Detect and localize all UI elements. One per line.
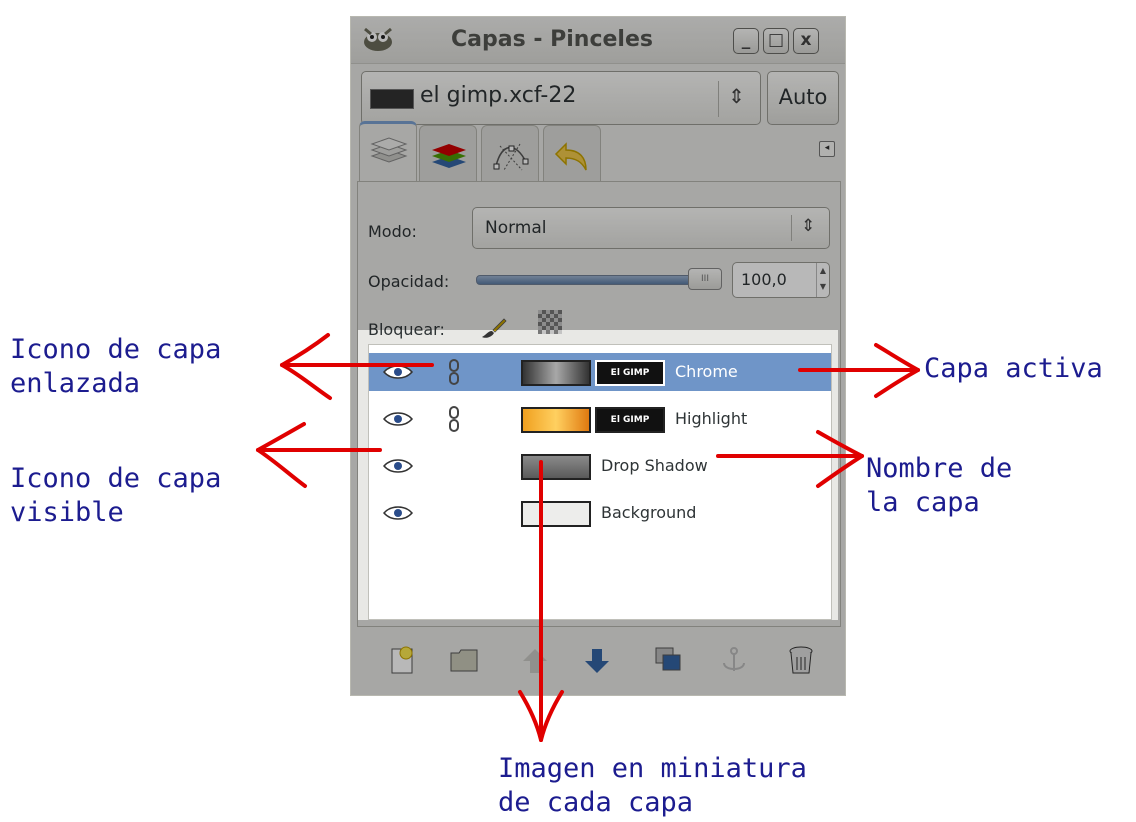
layer-thumbnail[interactable] <box>521 407 591 433</box>
tab-menu-button[interactable]: ◂ <box>819 141 835 157</box>
combo-separator <box>718 81 719 117</box>
duplicate-layer-icon[interactable] <box>653 645 683 675</box>
chain-linked-icon[interactable] <box>447 359 461 385</box>
opacity-label: Opacidad: <box>368 272 450 291</box>
undo-icon <box>554 142 587 171</box>
layer-actions-toolbar <box>351 627 845 695</box>
tab-layers[interactable] <box>359 121 417 183</box>
spin-arrows-icon[interactable]: ▲ ▼ <box>816 263 829 297</box>
auto-button[interactable]: Auto <box>767 71 839 125</box>
image-selector-value: el gimp.xcf-22 <box>420 83 577 108</box>
layers-panel: Modo: Normal ⇕ Opacidad: III 100,0 ▲ ▼ Bl… <box>357 181 841 627</box>
minimize-button[interactable]: _ <box>733 28 759 54</box>
new-layer-icon[interactable] <box>389 645 415 675</box>
annotation-active-layer: Capa activa <box>924 353 1103 384</box>
channels-icon <box>432 144 466 168</box>
layer-name[interactable]: Background <box>601 503 696 522</box>
paths-icon <box>493 143 529 171</box>
layer-row-highlight[interactable]: El GIMP Highlight <box>369 400 831 438</box>
mode-value: Normal <box>485 218 547 238</box>
chain-linked-icon[interactable] <box>447 406 461 432</box>
layers-dialog-window: Capas - Pinceles _ □ x el gimp.xcf-22 ⇕ … <box>350 16 846 696</box>
layers-icon <box>370 137 408 163</box>
opacity-spinbutton[interactable]: 100,0 ▲ ▼ <box>732 262 830 298</box>
layer-thumbnail[interactable] <box>521 454 591 480</box>
tab-channels[interactable] <box>419 125 477 181</box>
layer-row-background[interactable]: Background <box>369 494 831 532</box>
dock-tabs <box>359 121 839 183</box>
tab-paths[interactable] <box>481 125 539 181</box>
anchor-layer-icon[interactable] <box>719 645 749 675</box>
annotation-thumbnail: Imagen en miniatura de cada capa <box>498 753 807 818</box>
lock-pixels-brush-icon[interactable] <box>480 317 508 339</box>
layer-mask-thumbnail[interactable]: El GIMP <box>595 407 665 433</box>
combo-arrows-icon: ⇕ <box>801 216 816 236</box>
annotation-layer-name: Nombre de la capa <box>866 453 1013 518</box>
raise-layer-icon[interactable] <box>521 645 549 675</box>
opacity-slider-handle[interactable]: III <box>688 268 722 290</box>
layer-thumbnail[interactable] <box>521 501 591 527</box>
annotation-linked-icon: Icono de capa enlazada <box>10 334 222 399</box>
annotation-visible-icon: Icono de capa visible <box>10 463 222 528</box>
opacity-value: 100,0 <box>741 270 787 289</box>
mode-select[interactable]: Normal ⇕ <box>472 207 830 249</box>
maximize-button[interactable]: □ <box>763 28 789 54</box>
window-title: Capas - Pinceles <box>451 27 653 52</box>
eye-visible-icon[interactable] <box>383 412 413 426</box>
image-selector-combo[interactable]: el gimp.xcf-22 ⇕ <box>361 71 761 125</box>
layer-list: El GIMP Chrome El GIMP Highlight Drop Sh… <box>368 344 832 620</box>
new-layer-group-icon[interactable] <box>449 645 479 675</box>
close-button[interactable]: x <box>793 28 819 54</box>
lock-label: Bloquear: <box>368 320 445 339</box>
title-bar[interactable]: Capas - Pinceles _ □ x <box>351 17 845 64</box>
eye-visible-icon[interactable] <box>383 365 413 379</box>
combo-arrows-icon: ⇕ <box>728 84 745 108</box>
layer-thumbnail[interactable] <box>521 360 591 386</box>
image-thumbnail <box>370 89 414 109</box>
lock-alpha-icon[interactable] <box>538 310 562 334</box>
tab-undo[interactable] <box>543 125 601 181</box>
combo-separator <box>791 215 792 241</box>
eye-visible-icon[interactable] <box>383 459 413 473</box>
eye-visible-icon[interactable] <box>383 506 413 520</box>
delete-layer-icon[interactable] <box>787 645 815 675</box>
layer-name[interactable]: Chrome <box>675 362 738 381</box>
layer-mask-thumbnail[interactable]: El GIMP <box>595 360 665 386</box>
gimp-wilber-icon <box>364 27 392 51</box>
layer-row-chrome[interactable]: El GIMP Chrome <box>369 353 831 391</box>
layer-name[interactable]: Highlight <box>675 409 747 428</box>
opacity-slider[interactable] <box>476 275 718 285</box>
layer-row-drop-shadow[interactable]: Drop Shadow <box>369 447 831 485</box>
lower-layer-icon[interactable] <box>583 645 611 675</box>
layer-name[interactable]: Drop Shadow <box>601 456 708 475</box>
mode-label: Modo: <box>368 222 417 241</box>
